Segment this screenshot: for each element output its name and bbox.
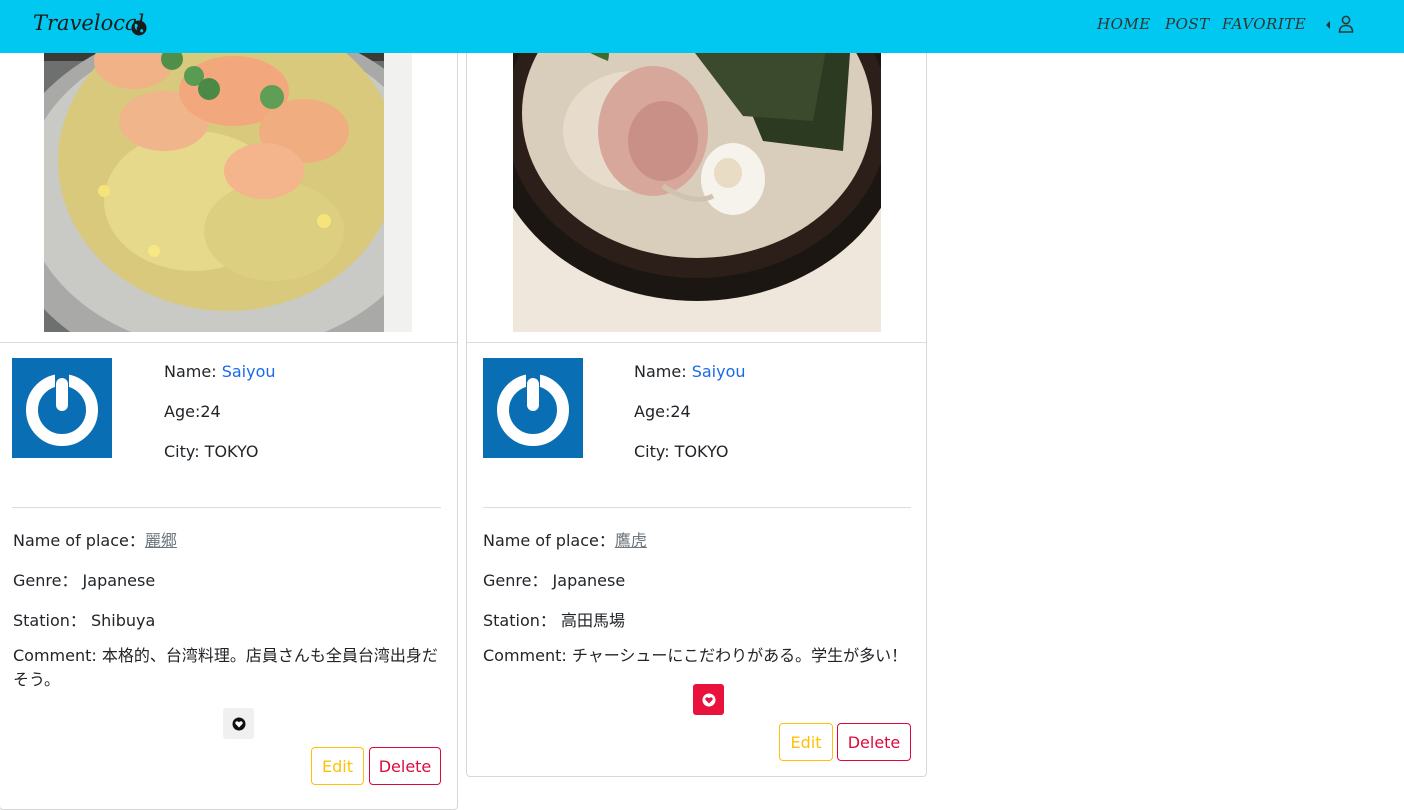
post-genre: Genre： Japanese [483,571,626,590]
brand-logo[interactable]: Travelocal [33,11,144,35]
caret-left-icon[interactable] [1325,20,1331,30]
favorite-button-active[interactable] [693,684,724,715]
edit-button[interactable]: Edit [779,723,833,761]
user-city: City: TOKYO [164,442,259,461]
place-label: Name of place： [483,531,615,550]
place-row: Name of place：鷹虎 [483,527,647,551]
navbar: Travelocal HOME POST FAVORITE [0,0,1404,53]
user-icon[interactable] [1338,15,1354,33]
place-row: Name of place：麗郷 [13,527,177,551]
user-avatar[interactable] [12,358,112,458]
divider [12,507,441,508]
post-station: Station： 高田馬場 [483,611,625,630]
post-genre: Genre： Japanese [13,571,156,590]
globe-icon [131,20,147,36]
user-avatar[interactable] [483,358,583,458]
post-comment: Comment: 本格的、台湾料理。店員さんも全員台湾出身だそう。 [13,646,438,689]
heart-circle-icon [702,693,715,706]
place-link[interactable]: 麗郷 [145,531,177,550]
user-city: City: TOKYO [634,442,729,461]
place-label: Name of place： [13,531,145,550]
nav-favorite[interactable]: FAVORITE [1222,15,1306,33]
post-comment: Comment: チャーシューにこだわりがある。学生が多い！ [483,646,908,665]
user-age: Age:24 [164,402,221,421]
place-link[interactable]: 鷹虎 [615,531,647,550]
post-card: Name: Saiyou Age:24 City: TOKYO Name of … [466,0,927,777]
user-name-link[interactable]: Saiyou [692,362,746,381]
user-age: Age:24 [634,402,691,421]
delete-button[interactable]: Delete [369,747,441,785]
nav-post[interactable]: POST [1165,15,1210,33]
name-label: Name: [634,362,687,381]
user-name-row: Name: Saiyou [164,362,276,381]
delete-button[interactable]: Delete [837,723,911,761]
nav-home[interactable]: HOME [1097,15,1151,33]
divider [483,507,911,508]
heart-circle-icon [232,717,245,730]
post-station: Station： Shibuya [13,611,156,630]
post-card: Name: Saiyou Age:24 City: TOKYO Name of … [0,0,458,810]
user-name-row: Name: Saiyou [634,362,746,381]
name-label: Name: [164,362,217,381]
favorite-button[interactable] [223,708,254,739]
user-name-link[interactable]: Saiyou [222,362,276,381]
edit-button[interactable]: Edit [311,747,364,785]
